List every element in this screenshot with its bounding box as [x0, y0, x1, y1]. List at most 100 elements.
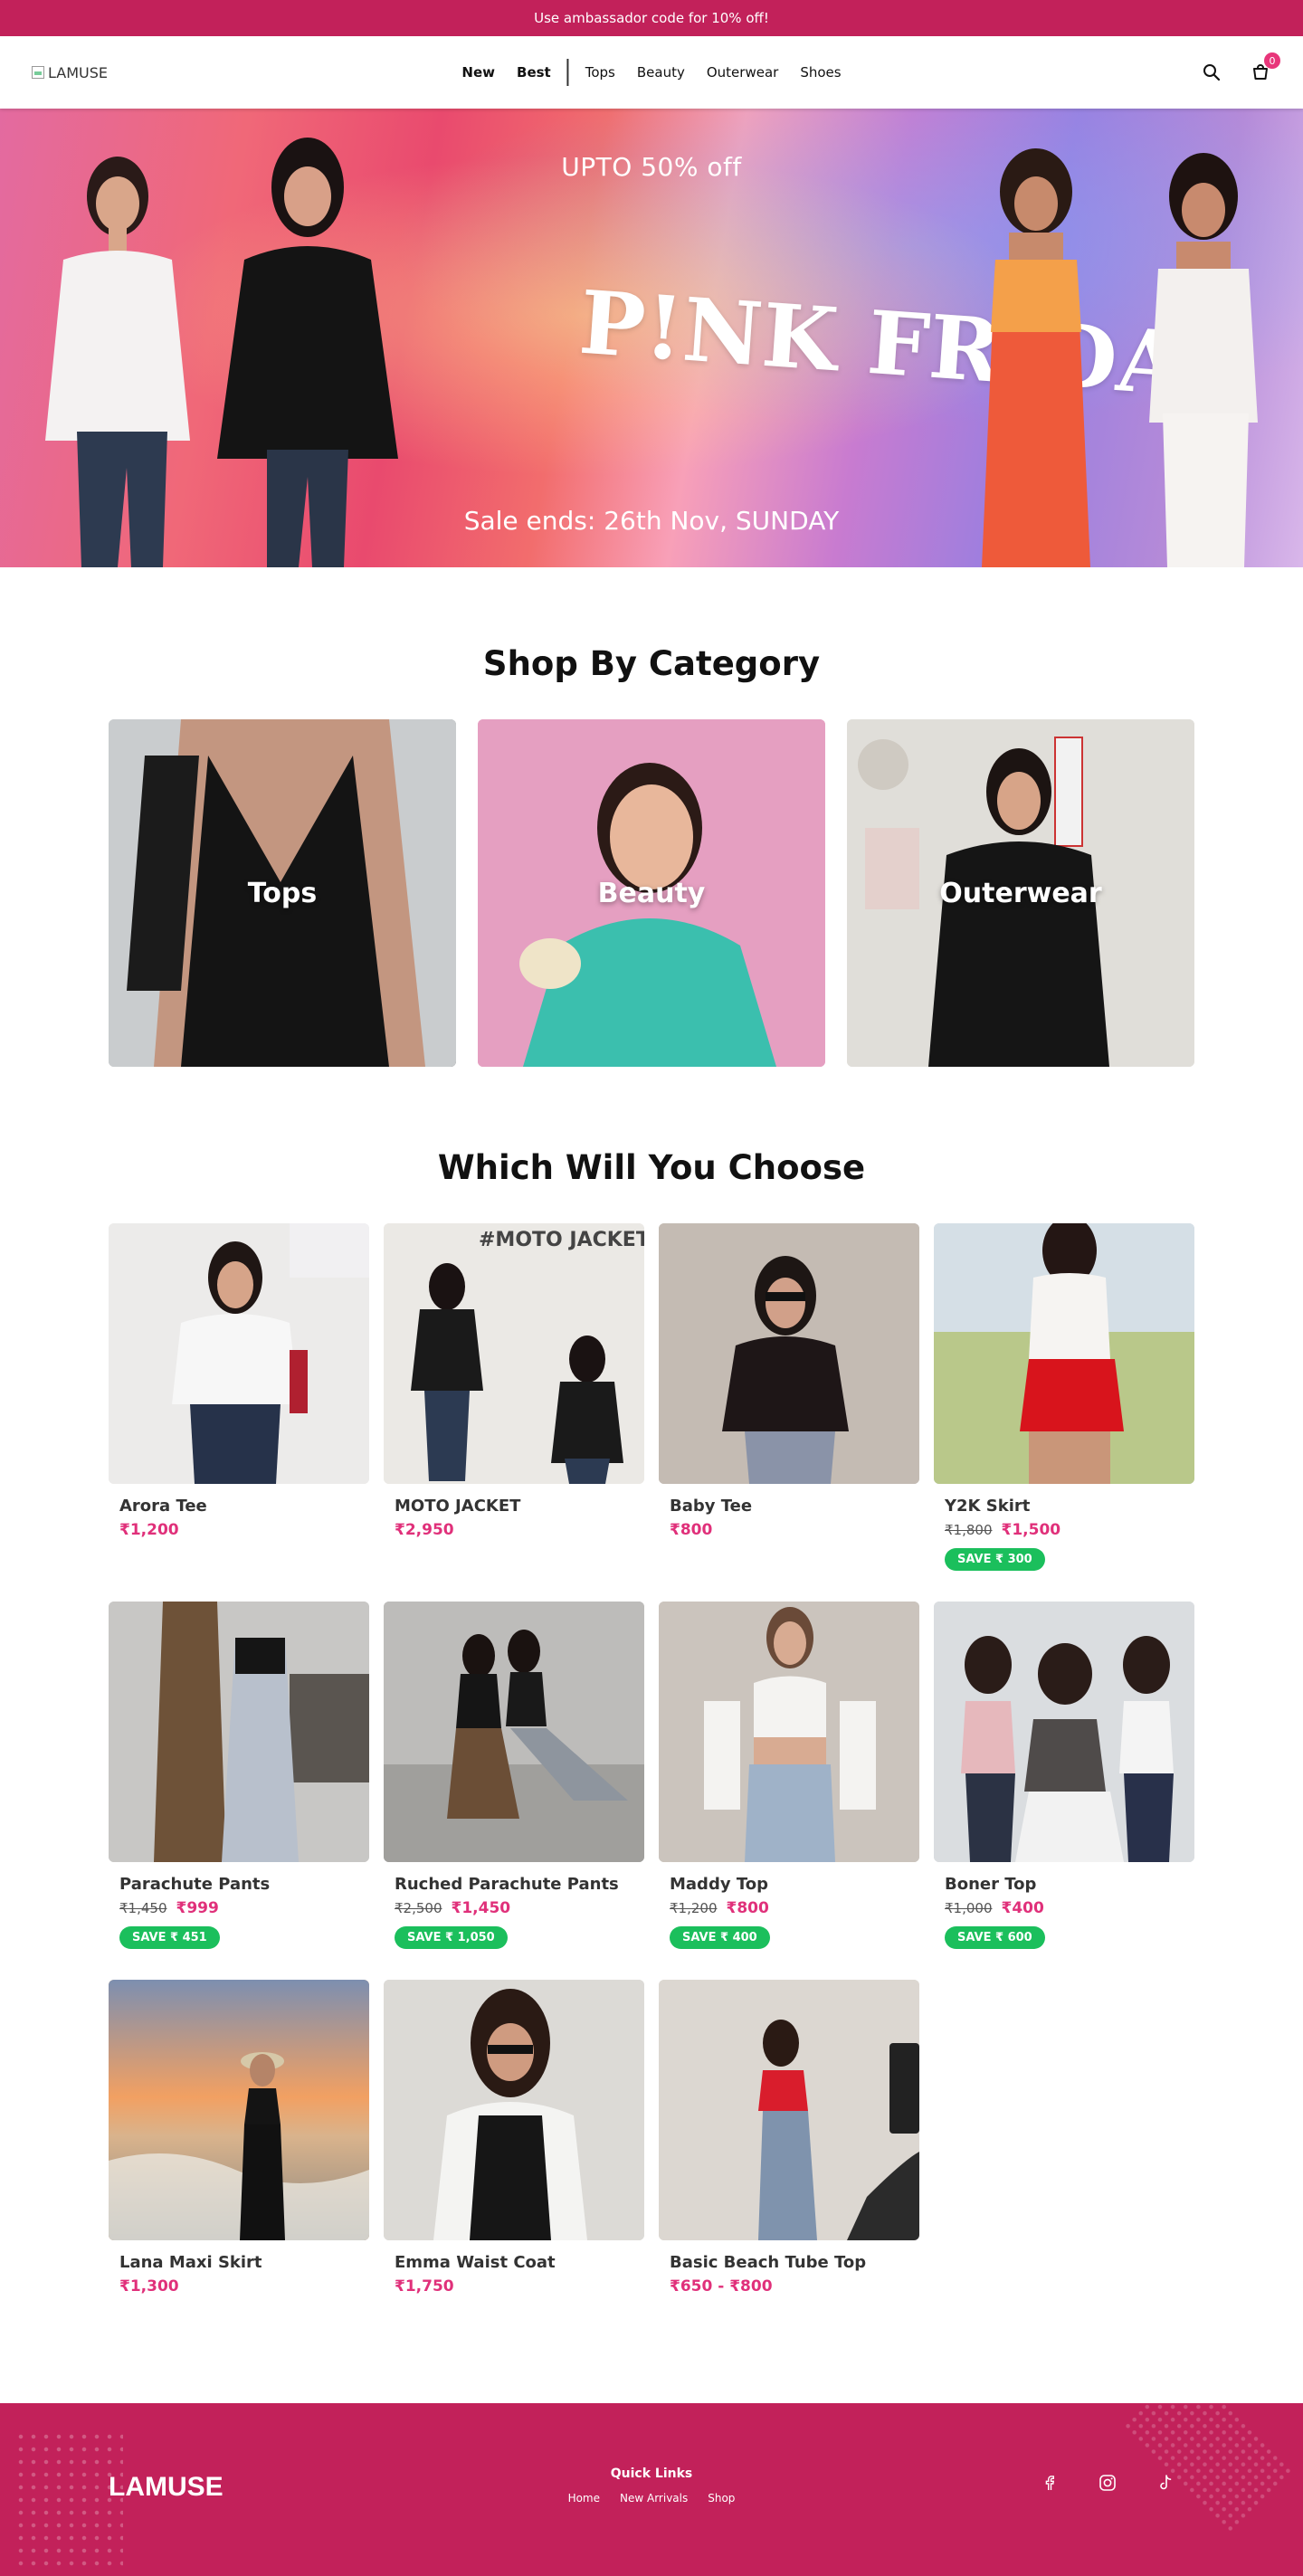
category-grid: Tops Beauty Outerwear [0, 719, 1303, 1067]
nav-item-shoes[interactable]: Shoes [789, 64, 851, 81]
nav-item-outerwear[interactable]: Outerwear [696, 64, 789, 81]
product-card[interactable]: Basic Beach Tube Top ₹650 - ₹800 [659, 1980, 919, 2358]
product-image[interactable] [109, 1602, 369, 1862]
product-prices: ₹1,200 ₹800 [670, 1899, 908, 1917]
save-badge: SAVE ₹ 600 [945, 1926, 1045, 1949]
product-name[interactable]: Lana Maxi Skirt [119, 2253, 358, 2272]
product-card[interactable]: Arora Tee ₹1,200 [109, 1223, 369, 1602]
product-card[interactable]: Y2K Skirt ₹1,800 ₹1,500 SAVE ₹ 300 [934, 1223, 1194, 1602]
facebook-icon[interactable] [1039, 2472, 1060, 2494]
product-name[interactable]: Boner Top [945, 1875, 1184, 1894]
product-price: ₹800 [670, 1521, 713, 1539]
product-name[interactable]: Y2K Skirt [945, 1497, 1184, 1516]
nav-item-beauty[interactable]: Beauty [626, 64, 696, 81]
product-old-price: ₹1,000 [945, 1900, 993, 1916]
product-name[interactable]: Maddy Top [670, 1875, 908, 1894]
broken-image-icon [32, 66, 44, 79]
category-card-tops[interactable]: Tops [109, 719, 456, 1067]
product-prices: ₹1,300 [119, 2277, 358, 2296]
product-price: ₹999 [176, 1899, 219, 1917]
product-price: ₹2,950 [395, 1521, 454, 1539]
save-badge: SAVE ₹ 400 [670, 1926, 770, 1949]
product-name[interactable]: Ruched Parachute Pants [395, 1875, 633, 1894]
logo[interactable]: LAMUSE [32, 64, 108, 81]
product-image[interactable] [384, 1980, 644, 2240]
product-image[interactable] [384, 1602, 644, 1862]
product-price: ₹1,200 [119, 1521, 179, 1539]
footer-dot-pattern [14, 2430, 123, 2566]
footer-link-new-arrivals[interactable]: New Arrivals [620, 2492, 688, 2505]
footer-dot-pattern [1121, 2403, 1295, 2535]
save-badge: SAVE ₹ 1,050 [395, 1926, 508, 1949]
site-header: LAMUSE New Best Tops Beauty Outerwear Sh… [0, 36, 1303, 109]
product-name[interactable]: MOTO JACKET [395, 1497, 633, 1516]
product-price: ₹1,300 [119, 2277, 179, 2296]
product-price: ₹800 [726, 1899, 769, 1917]
hero-banner[interactable]: UPTO 50% off P!NK FRIDAY Sale ends: 26th… [0, 109, 1303, 567]
product-image[interactable] [109, 1223, 369, 1484]
product-prices: ₹1,750 [395, 2277, 633, 2296]
hero-model-2 [190, 124, 425, 567]
cart-count-badge: 0 [1264, 52, 1280, 69]
product-card[interactable]: Boner Top ₹1,000 ₹400 SAVE ₹ 600 [934, 1602, 1194, 1980]
instagram-icon[interactable] [1097, 2472, 1118, 2494]
product-image[interactable] [934, 1602, 1194, 1862]
product-name[interactable]: Arora Tee [119, 1497, 358, 1516]
footer-link-shop[interactable]: Shop [708, 2492, 735, 2505]
product-name[interactable]: Basic Beach Tube Top [670, 2253, 908, 2272]
product-card[interactable]: Emma Waist Coat ₹1,750 [384, 1980, 644, 2358]
products-section: Which Will You Choose Arora Tee ₹1,200 #… [0, 1067, 1303, 2358]
product-image[interactable] [934, 1223, 1194, 1484]
product-price: ₹1,450 [451, 1899, 511, 1917]
site-footer: LAMUSE Quick Links Home New Arrivals Sho… [0, 2403, 1303, 2576]
product-card[interactable]: #MOTO JACKET MOTO JACKET ₹2,950 [384, 1223, 644, 1602]
nav-item-tops[interactable]: Tops [575, 64, 626, 81]
category-card-beauty[interactable]: Beauty [478, 719, 825, 1067]
product-card[interactable]: Ruched Parachute Pants ₹2,500 ₹1,450 SAV… [384, 1602, 644, 1980]
product-prices: ₹1,200 [119, 1521, 358, 1539]
product-old-price: ₹1,800 [945, 1522, 993, 1538]
product-prices: ₹2,500 ₹1,450 [395, 1899, 633, 1917]
product-name[interactable]: Baby Tee [670, 1497, 908, 1516]
category-card-outerwear[interactable]: Outerwear [847, 719, 1194, 1067]
header-actions: 0 [1201, 52, 1280, 83]
product-name[interactable]: Emma Waist Coat [395, 2253, 633, 2272]
product-image[interactable] [659, 1602, 919, 1862]
product-card[interactable]: Lana Maxi Skirt ₹1,300 [109, 1980, 369, 2358]
product-price: ₹1,750 [395, 2277, 454, 2296]
tiktok-icon[interactable] [1155, 2472, 1176, 2494]
product-prices: ₹1,000 ₹400 [945, 1899, 1184, 1917]
social-links [1039, 2472, 1176, 2494]
category-section: Shop By Category Tops Beauty Outerwear [0, 567, 1303, 1067]
product-card[interactable]: Baby Tee ₹800 [659, 1223, 919, 1602]
nav-divider [566, 59, 569, 86]
product-image-text: #MOTO JACKET [479, 1229, 644, 1251]
product-prices: ₹2,950 [395, 1521, 633, 1539]
hero-model-4 [1113, 142, 1294, 567]
product-image[interactable] [659, 1223, 919, 1484]
nav-item-best[interactable]: Best [506, 64, 562, 81]
product-old-price: ₹1,200 [670, 1900, 718, 1916]
category-label: Tops [247, 877, 318, 909]
main-nav: New Best Tops Beauty Outerwear Shoes [451, 59, 851, 86]
product-name[interactable]: Parachute Pants [119, 1875, 358, 1894]
product-image[interactable] [659, 1980, 919, 2240]
footer-link-home[interactable]: Home [568, 2492, 600, 2505]
product-prices: ₹800 [670, 1521, 908, 1539]
product-image[interactable] [109, 1980, 369, 2240]
product-prices: ₹1,450 ₹999 [119, 1899, 358, 1917]
footer-logo[interactable]: LAMUSE [109, 2472, 224, 2503]
product-card[interactable]: Parachute Pants ₹1,450 ₹999 SAVE ₹ 451 [109, 1602, 369, 1980]
product-card[interactable]: Maddy Top ₹1,200 ₹800 SAVE ₹ 400 [659, 1602, 919, 1980]
product-image[interactable]: #MOTO JACKET [384, 1223, 644, 1484]
save-badge: SAVE ₹ 300 [945, 1548, 1045, 1571]
hero-model-1 [27, 133, 217, 567]
footer-links-row: Home New Arrivals Shop [568, 2492, 736, 2505]
announcement-text: Use ambassador code for 10% off! [534, 10, 769, 26]
search-icon[interactable] [1201, 62, 1222, 83]
product-prices: ₹1,800 ₹1,500 [945, 1521, 1184, 1539]
products-section-title: Which Will You Choose [437, 1148, 866, 1187]
nav-item-new[interactable]: New [451, 64, 506, 81]
announcement-bar: Use ambassador code for 10% off! [0, 0, 1303, 36]
cart-icon[interactable]: 0 [1250, 52, 1280, 83]
